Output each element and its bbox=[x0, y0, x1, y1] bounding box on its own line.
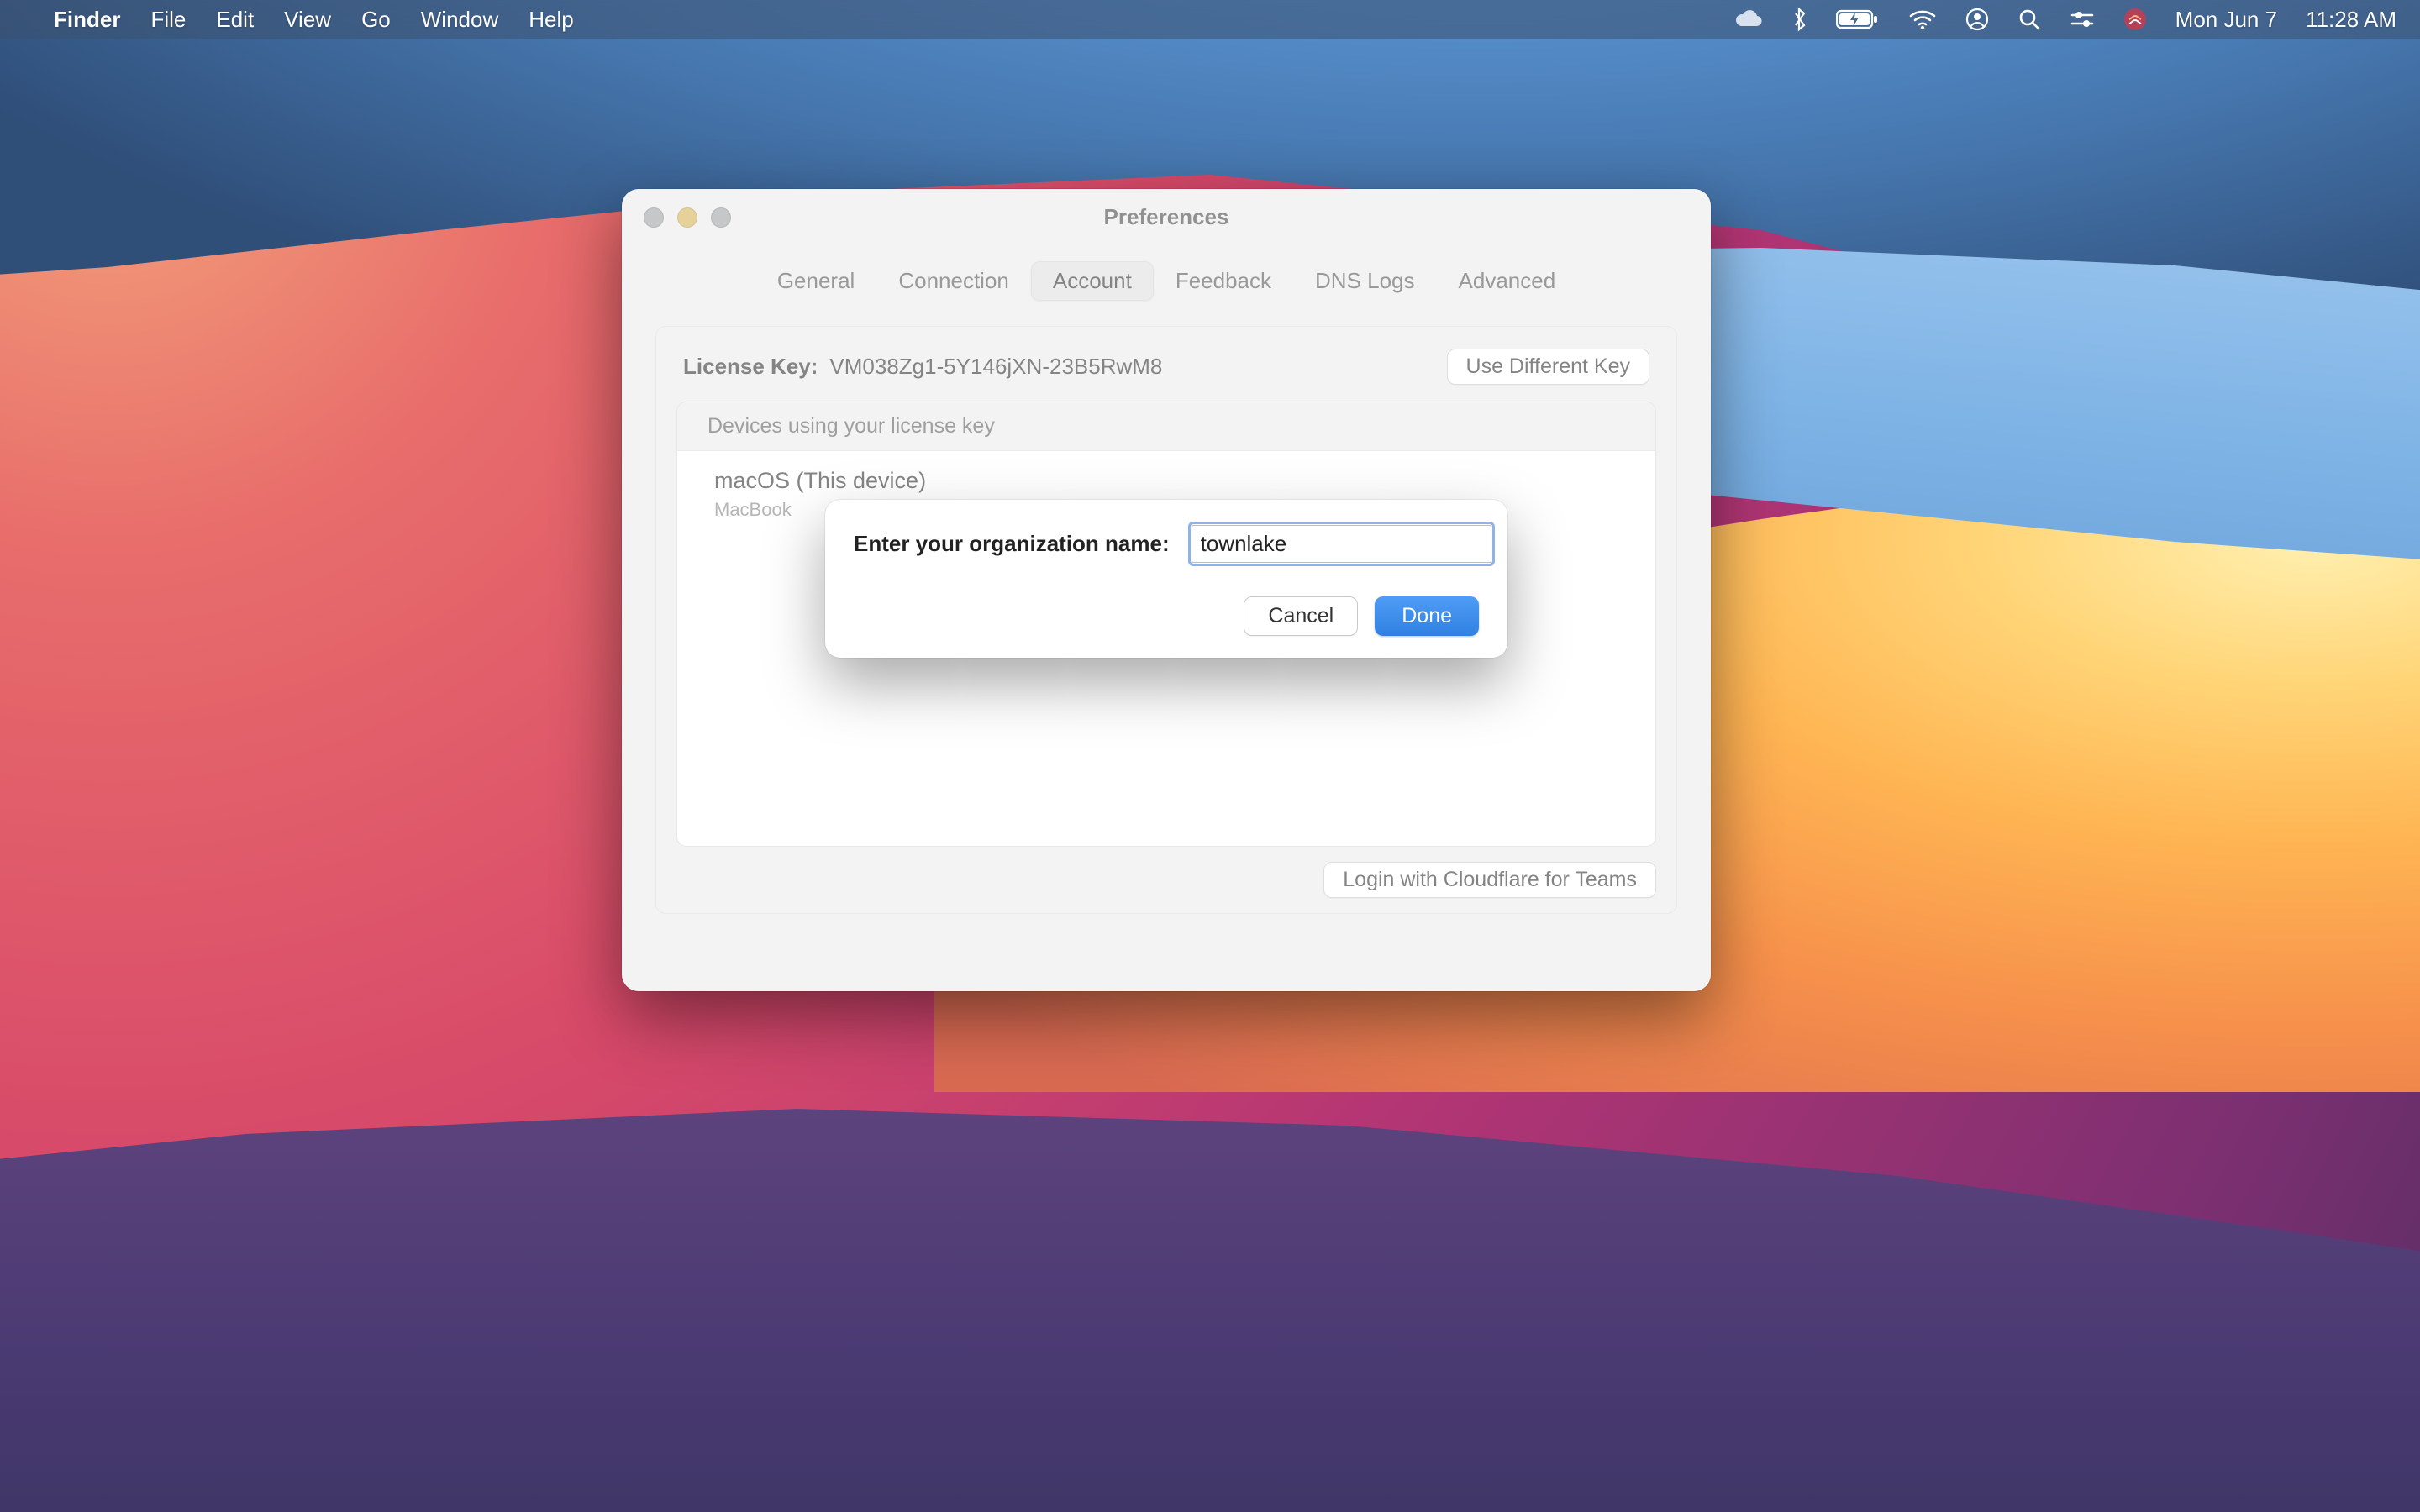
bluetooth-icon[interactable] bbox=[1792, 7, 1807, 32]
menu-edit[interactable]: Edit bbox=[216, 7, 254, 33]
organization-name-label: Enter your organization name: bbox=[854, 531, 1170, 557]
control-center-icon[interactable] bbox=[2070, 8, 2095, 30]
menubar-time[interactable]: 11:28 AM bbox=[2306, 7, 2396, 33]
battery-icon[interactable] bbox=[1836, 8, 1880, 30]
spotlight-icon[interactable] bbox=[2018, 8, 2041, 31]
menu-bar-right: Mon Jun 7 11:28 AM bbox=[1733, 7, 2396, 33]
cloud-icon[interactable] bbox=[1733, 9, 1764, 29]
menu-window[interactable]: Window bbox=[421, 7, 498, 33]
menu-file[interactable]: File bbox=[150, 7, 186, 33]
sheet-container: Enter your organization name: Cancel Don… bbox=[622, 189, 1711, 991]
wifi-icon[interactable] bbox=[1908, 8, 1937, 30]
menu-bar: Finder File Edit View Go Window Help bbox=[0, 0, 2420, 39]
warp-icon[interactable] bbox=[2123, 8, 2147, 31]
organization-name-input[interactable] bbox=[1192, 525, 1491, 563]
menu-go[interactable]: Go bbox=[361, 7, 391, 33]
done-button[interactable]: Done bbox=[1375, 596, 1479, 636]
menu-help[interactable]: Help bbox=[529, 7, 573, 33]
menu-view[interactable]: View bbox=[284, 7, 331, 33]
user-icon[interactable] bbox=[1965, 8, 1989, 31]
preferences-window: Preferences General Connection Account F… bbox=[622, 189, 1711, 991]
organization-name-sheet: Enter your organization name: Cancel Don… bbox=[825, 500, 1507, 658]
cancel-button[interactable]: Cancel bbox=[1244, 596, 1358, 636]
desktop: Finder File Edit View Go Window Help bbox=[0, 0, 2420, 1512]
menubar-date[interactable]: Mon Jun 7 bbox=[2175, 7, 2277, 33]
menu-bar-left: Finder File Edit View Go Window Help bbox=[24, 7, 574, 33]
app-menu[interactable]: Finder bbox=[54, 7, 120, 33]
